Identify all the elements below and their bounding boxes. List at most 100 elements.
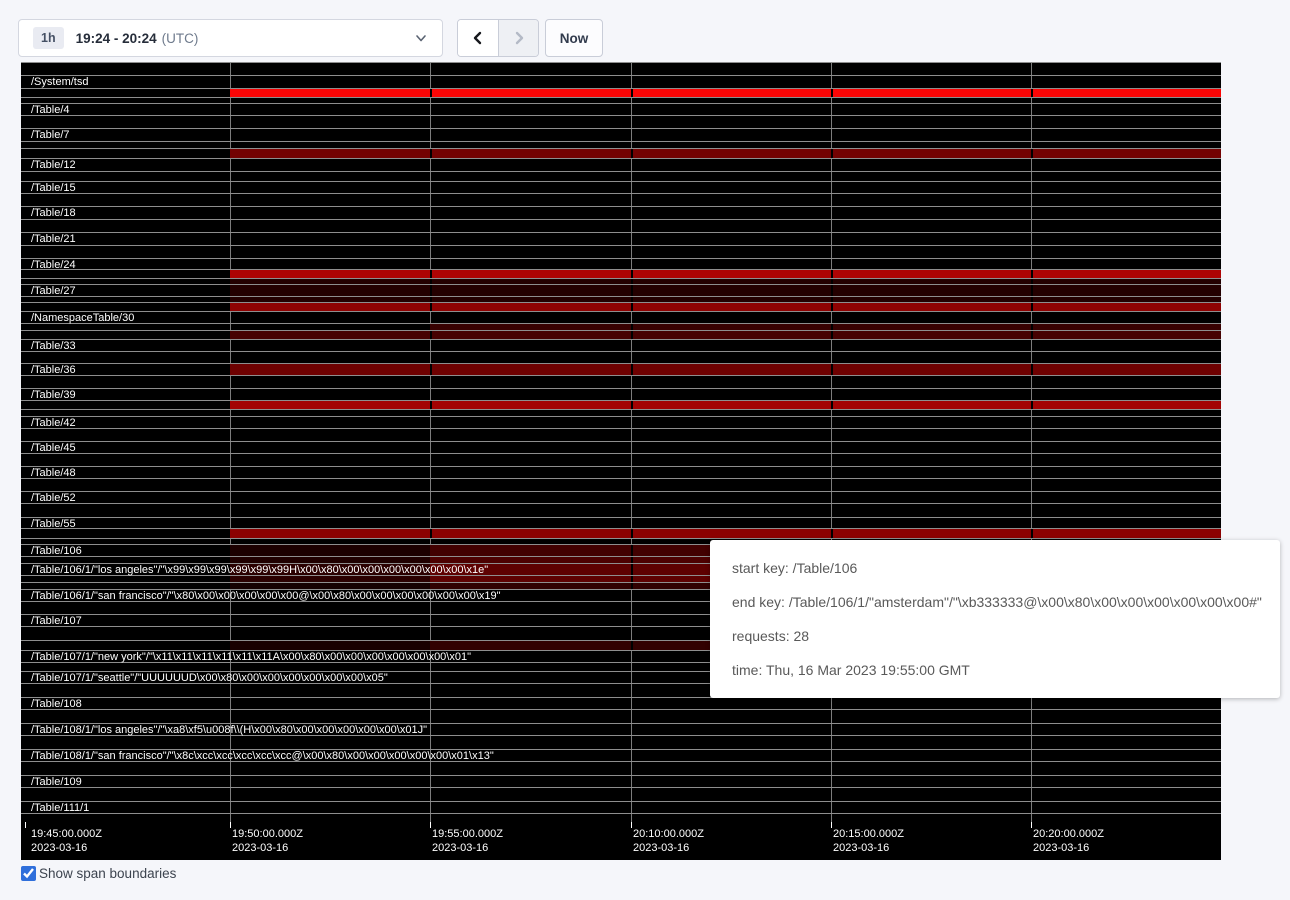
next-time-button[interactable] bbox=[498, 20, 538, 56]
heatmap-row[interactable]: /Table/55 bbox=[21, 517, 1221, 528]
heat-band bbox=[230, 149, 1221, 158]
heatmap-row[interactable] bbox=[21, 735, 1221, 749]
heatmap-row[interactable] bbox=[21, 409, 1221, 416]
gridline-break bbox=[430, 303, 432, 311]
heatmap-row[interactable] bbox=[21, 330, 1221, 339]
span-label: /Table/45 bbox=[31, 442, 76, 455]
axis-time-label: 20:10:00.000Z2023-03-16 bbox=[633, 827, 704, 855]
chevron-down-icon bbox=[414, 31, 428, 45]
now-button[interactable]: Now bbox=[545, 19, 603, 57]
gridline-break bbox=[430, 149, 432, 158]
heatmap-row[interactable] bbox=[21, 193, 1221, 206]
heatmap-row[interactable] bbox=[21, 115, 1221, 128]
gridline-break bbox=[1031, 364, 1033, 375]
axis-tick bbox=[631, 822, 632, 828]
heatmap-row[interactable]: /NamespaceTable/30 bbox=[21, 311, 1221, 323]
heatmap-row[interactable] bbox=[21, 478, 1221, 491]
gridline-break bbox=[631, 641, 633, 650]
heatmap-row[interactable]: /Table/108 bbox=[21, 697, 1221, 709]
prev-time-button[interactable] bbox=[458, 20, 498, 56]
span-boundaries-checkbox[interactable] bbox=[21, 866, 36, 881]
heatmap-row[interactable]: /Table/4 bbox=[21, 103, 1221, 115]
heatmap-row[interactable] bbox=[21, 245, 1221, 258]
heatmap-row[interactable] bbox=[21, 269, 1221, 278]
heatmap-row[interactable]: /Table/111/1 bbox=[21, 801, 1221, 813]
heatmap-row[interactable] bbox=[21, 302, 1221, 311]
gridline-break bbox=[430, 529, 432, 538]
heatmap-row[interactable]: /Table/24 bbox=[21, 258, 1221, 269]
span-label: /Table/33 bbox=[31, 340, 76, 353]
heatmap-row[interactable] bbox=[21, 171, 1221, 181]
span-label: /Table/4 bbox=[31, 104, 70, 117]
heatmap-row[interactable]: /Table/27 bbox=[21, 284, 1221, 296]
gridline-break bbox=[631, 285, 633, 296]
time-range-selector[interactable]: 1h 19:24 - 20:24 (UTC) bbox=[18, 19, 443, 57]
time-nav-group bbox=[457, 19, 539, 57]
heatmap-row[interactable] bbox=[21, 813, 1221, 822]
gridline-break bbox=[1031, 270, 1033, 278]
gridline-break bbox=[1031, 149, 1033, 158]
span-label: /Table/111/1 bbox=[31, 802, 89, 815]
span-label: /Table/18 bbox=[31, 207, 76, 220]
span-label: /Table/107 bbox=[31, 615, 82, 628]
gridline-break bbox=[430, 285, 432, 296]
heatmap-row[interactable] bbox=[21, 88, 1221, 97]
gridline-break bbox=[1031, 529, 1033, 538]
span-label: /NamespaceTable/30 bbox=[31, 312, 134, 325]
heatmap-row[interactable]: /Table/33 bbox=[21, 339, 1221, 351]
range-tooltip: start key: /Table/106 end key: /Table/10… bbox=[710, 540, 1280, 698]
heatmap-row[interactable]: /Table/18 bbox=[21, 206, 1221, 219]
heatmap-row[interactable] bbox=[21, 453, 1221, 466]
heatmap-row[interactable]: /System/tsd bbox=[21, 75, 1221, 88]
heatmap-row[interactable] bbox=[21, 503, 1221, 517]
heatmap-row[interactable]: /Table/36 bbox=[21, 363, 1221, 375]
span-label: /Table/107/1/"seattle"/"UUUUUUD\x00\x80\… bbox=[31, 672, 388, 685]
span-label: /Table/108 bbox=[31, 698, 82, 711]
key-visualizer-page: 1h 19:24 - 20:24 (UTC) Now /System/ts bbox=[0, 0, 1290, 900]
heatmap-row[interactable]: /Table/21 bbox=[21, 232, 1221, 245]
gridline-break bbox=[831, 270, 833, 278]
heatmap-row[interactable]: /Table/7 bbox=[21, 128, 1221, 141]
heatmap-row[interactable] bbox=[21, 62, 1221, 75]
heatmap-row[interactable] bbox=[21, 351, 1221, 363]
gridline-break bbox=[631, 401, 633, 409]
gridline-break bbox=[631, 331, 633, 339]
heatmap-row[interactable]: /Table/108/1/"los angeles"/"\xa8\xf5\u00… bbox=[21, 723, 1221, 735]
heatmap-row[interactable] bbox=[21, 375, 1221, 388]
heatmap-row[interactable] bbox=[21, 787, 1221, 801]
heatmap-row[interactable] bbox=[21, 323, 1221, 330]
axis-time-label: 20:20:00.000Z2023-03-16 bbox=[1033, 827, 1104, 855]
heatmap-row[interactable]: /Table/39 bbox=[21, 388, 1221, 400]
gridline-break bbox=[1031, 303, 1033, 311]
axis-time-label: 19:55:00.000Z2023-03-16 bbox=[432, 827, 503, 855]
heatmap-row[interactable] bbox=[21, 148, 1221, 158]
heatmap-row[interactable]: /Table/109 bbox=[21, 775, 1221, 787]
heatmap-row[interactable] bbox=[21, 400, 1221, 409]
gridline-break bbox=[631, 149, 633, 158]
axis-time-label: 19:45:00.000Z2023-03-16 bbox=[31, 827, 102, 855]
heatmap-row[interactable] bbox=[21, 528, 1221, 538]
heatmap-row[interactable] bbox=[21, 709, 1221, 723]
heatmap-row[interactable]: /Table/12 bbox=[21, 158, 1221, 171]
span-label: /Table/106 bbox=[31, 545, 82, 558]
heat-band bbox=[230, 89, 1221, 97]
heatmap-row[interactable] bbox=[21, 428, 1221, 441]
gridline-break bbox=[831, 401, 833, 409]
key-visualizer-canvas[interactable]: /System/tsd/Table/4/Table/7/Table/12/Tab… bbox=[21, 62, 1221, 860]
footer: Show span boundaries bbox=[21, 866, 176, 881]
tooltip-requests: requests: 28 bbox=[732, 626, 1258, 646]
span-label: /Table/108/1/"los angeles"/"\xa8\xf5\u00… bbox=[31, 724, 427, 737]
heatmap-row[interactable] bbox=[21, 141, 1221, 148]
gridline-break bbox=[430, 364, 432, 375]
heatmap-row[interactable] bbox=[21, 761, 1221, 775]
heatmap-row[interactable]: /Table/42 bbox=[21, 416, 1221, 428]
heatmap-row[interactable]: /Table/52 bbox=[21, 491, 1221, 503]
time-axis: 19:45:00.000Z2023-03-1619:50:00.000Z2023… bbox=[21, 822, 1221, 860]
heatmap-row[interactable]: /Table/108/1/"san francisco"/"\x8c\xcc\x… bbox=[21, 749, 1221, 761]
span-label: /Table/108/1/"san francisco"/"\x8c\xcc\x… bbox=[31, 750, 494, 763]
heatmap-row[interactable] bbox=[21, 219, 1221, 232]
heatmap-row[interactable]: /Table/48 bbox=[21, 466, 1221, 478]
heatmap-row[interactable]: /Table/15 bbox=[21, 181, 1221, 193]
heatmap-row[interactable]: /Table/45 bbox=[21, 441, 1221, 453]
gridline-break bbox=[631, 270, 633, 278]
